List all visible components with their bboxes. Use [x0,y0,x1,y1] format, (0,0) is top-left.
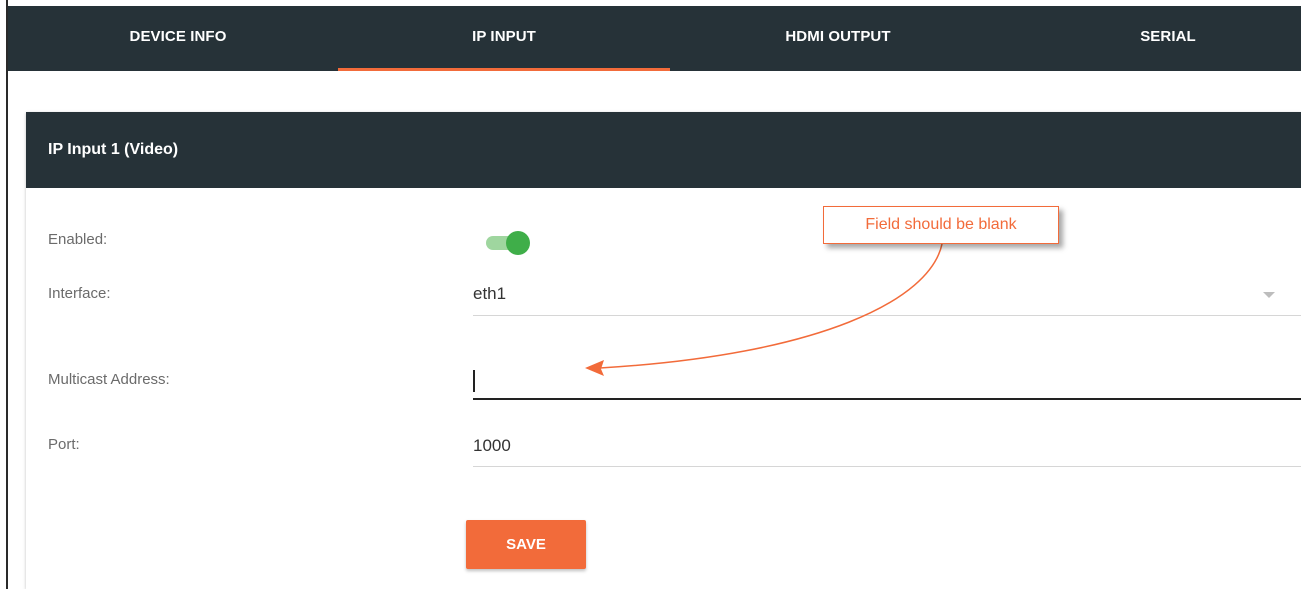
port-label: Port: [48,436,80,453]
enabled-toggle[interactable] [486,230,534,255]
save-button[interactable]: SAVE [466,520,586,569]
page-border [6,0,8,589]
toggle-thumb [506,231,530,255]
enabled-label: Enabled: [48,231,108,248]
annotation-callout: Field should be blank [823,206,1059,244]
tab-label: IP INPUT [472,28,536,45]
tab-label: SERIAL [1140,28,1196,45]
tab-serial[interactable]: SERIAL [1008,6,1301,71]
tab-label: DEVICE INFO [129,28,227,45]
tab-ip-input[interactable]: IP INPUT [338,6,670,71]
multicast-address-label: Multicast Address: [48,371,170,388]
tab-label: HDMI OUTPUT [785,28,891,45]
port-input[interactable]: 1000 [473,428,1301,467]
tab-bar: DEVICE INFO IP INPUT HDMI OUTPUT SERIAL [8,6,1301,71]
multicast-address-input[interactable] [473,362,1301,400]
interface-label: Interface: [48,285,111,302]
tab-hdmi-output[interactable]: HDMI OUTPUT [672,6,1004,71]
card-title: IP Input 1 (Video) [26,112,1301,188]
tab-device-info[interactable]: DEVICE INFO [12,6,344,71]
interface-select[interactable]: eth1 [473,278,1301,316]
text-cursor [473,370,475,392]
port-value: 1000 [473,436,511,455]
ip-input-card: IP Input 1 (Video) [26,112,1301,589]
interface-value: eth1 [473,284,507,303]
chevron-down-icon [1263,292,1275,298]
